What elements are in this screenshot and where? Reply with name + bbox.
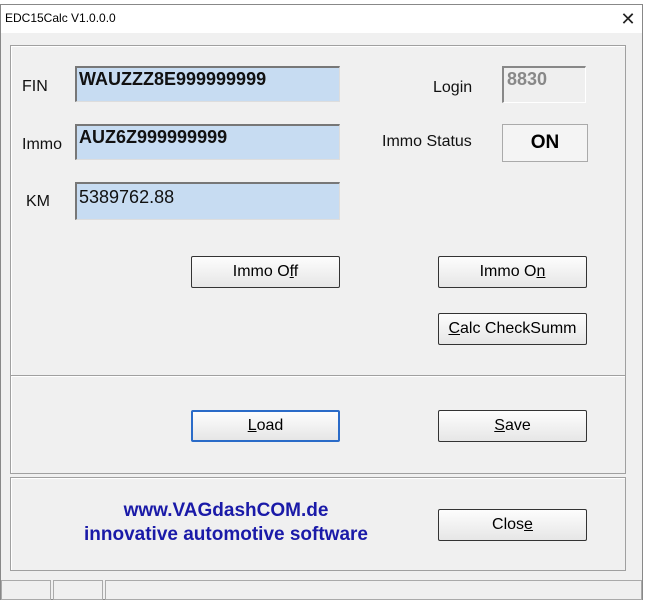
login-label: Login	[433, 79, 473, 96]
fin-label: FIN	[22, 78, 48, 95]
fin-input[interactable]: WAUZZZ8E999999999	[75, 66, 340, 102]
immo-on-button[interactable]: Immo On	[438, 256, 587, 288]
status-panel-1	[1, 580, 51, 600]
label-key: e	[524, 516, 533, 533]
immo-off-button[interactable]: Immo Off	[191, 256, 340, 288]
label-key: C	[448, 320, 461, 337]
km-input[interactable]: 5389762.88	[75, 182, 340, 220]
save-button[interactable]: Save	[438, 410, 587, 442]
km-label: KM	[26, 193, 50, 210]
load-button[interactable]: Load	[191, 410, 340, 442]
status-panel-2	[53, 580, 103, 600]
label-pre: Clos	[492, 516, 525, 533]
label-key: S	[494, 417, 505, 434]
website-text: www.VAGdashCOM.de	[123, 500, 329, 521]
label-post: f	[293, 263, 299, 280]
close-icon[interactable]: ✕	[615, 6, 641, 32]
label-pre: Immo O	[232, 263, 290, 280]
calc-checksum-button[interactable]: Calc CheckSumm	[438, 313, 587, 345]
immo-status-label: Immo Status	[382, 133, 472, 150]
label-post: alc CheckSumm	[460, 320, 577, 337]
label-post: ave	[504, 417, 531, 434]
title-bar: EDC15Calc V1.0.0.0 ✕	[1, 5, 642, 33]
close-button[interactable]: Close	[438, 509, 587, 541]
status-panel-3	[105, 580, 642, 600]
label-key: n	[536, 263, 546, 280]
login-field: 8830	[502, 66, 586, 103]
app-window: EDC15Calc V1.0.0.0 ✕ FIN WAUZZZ8E9999999…	[0, 4, 643, 600]
label-post: oad	[256, 417, 284, 434]
immo-status-value: ON	[502, 124, 588, 162]
immo-label: Immo	[22, 136, 62, 153]
tagline-text: innovative automotive software	[83, 524, 368, 545]
immo-input[interactable]: AUZ6Z999999999	[75, 124, 340, 160]
label-key: L	[247, 417, 257, 434]
window-title: EDC15Calc V1.0.0.0	[5, 11, 116, 25]
label-pre: Immo O	[479, 263, 537, 280]
